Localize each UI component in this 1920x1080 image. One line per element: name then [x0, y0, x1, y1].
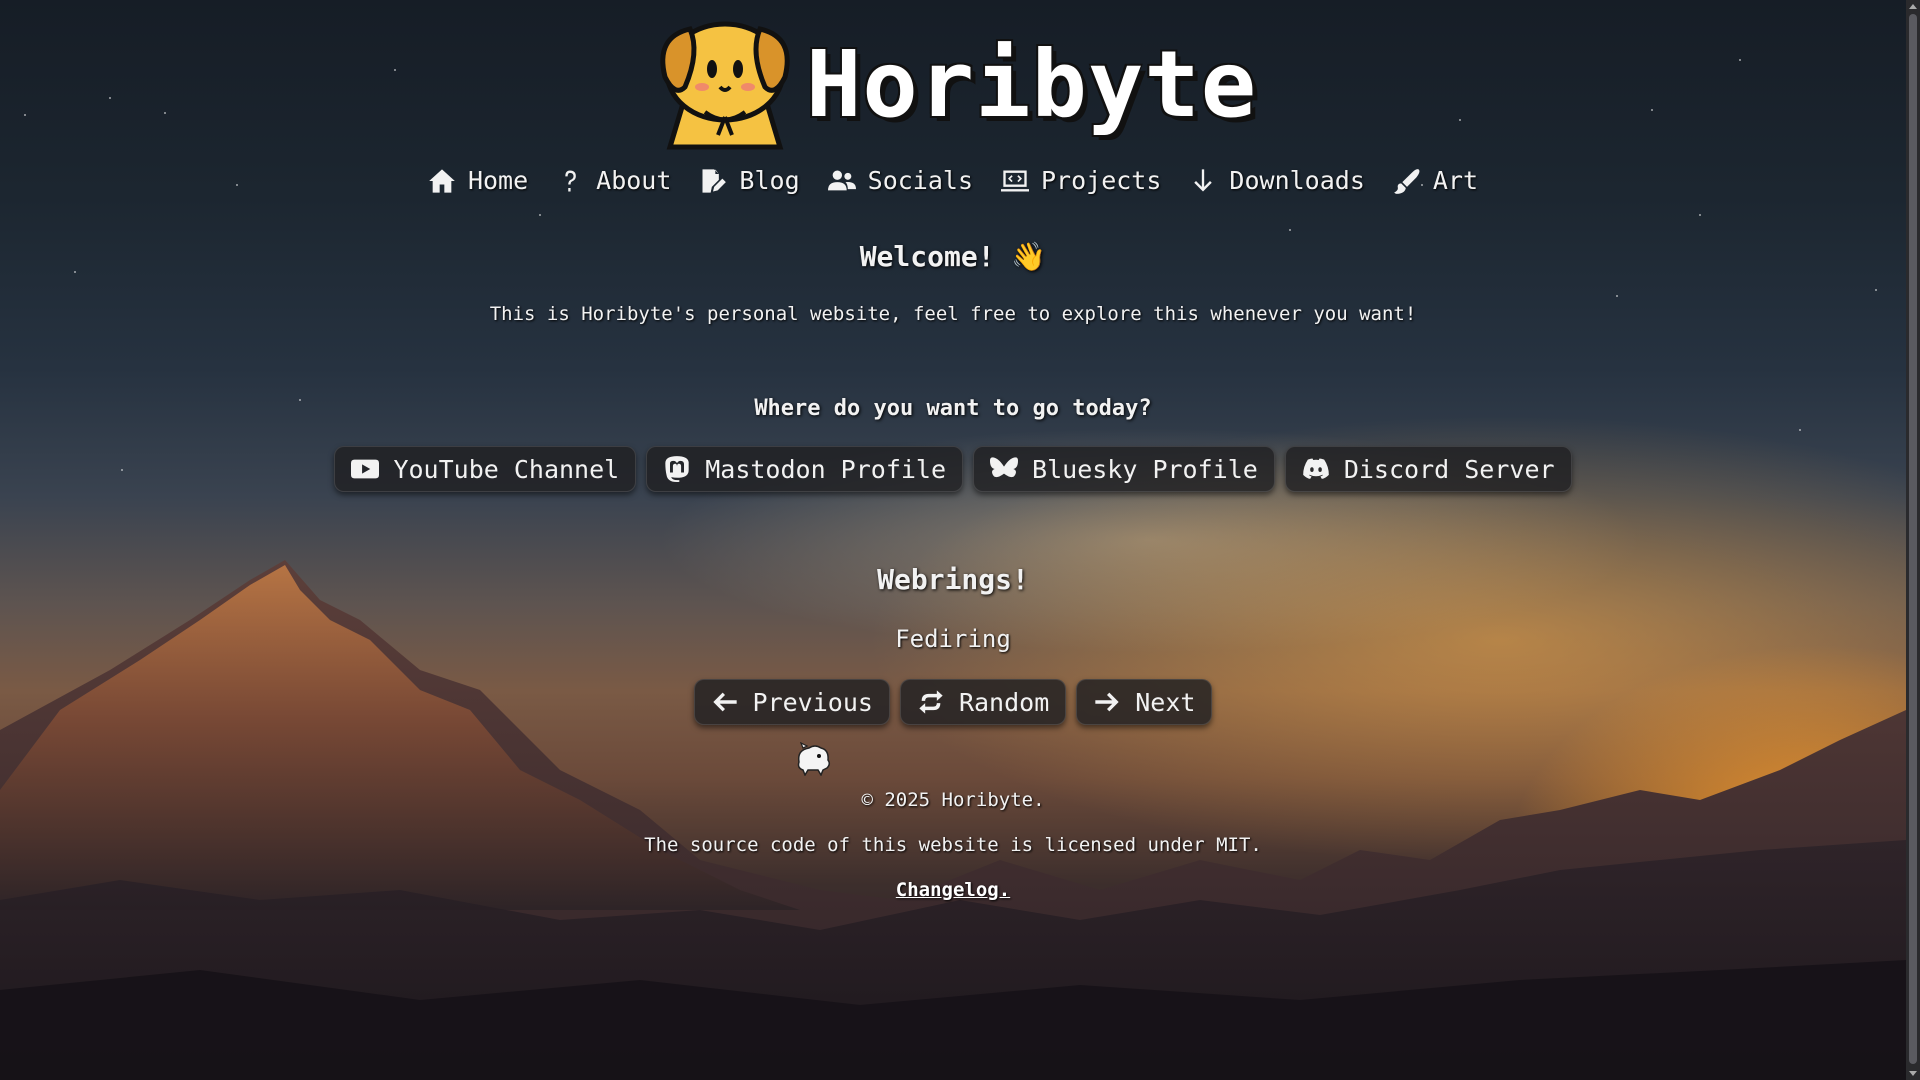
destinations-heading: Where do you want to go today? [754, 396, 1152, 421]
discord-icon [1302, 458, 1329, 479]
nav-downloads[interactable]: Downloads [1189, 166, 1365, 195]
webring-random-button[interactable]: Random [899, 679, 1067, 725]
webring-name: Fediring [895, 625, 1011, 653]
webring-previous-label: Previous [752, 687, 873, 717]
discord-server-label: Discord Server [1343, 454, 1555, 484]
mastodon-profile-button[interactable]: Mastodon Profile [646, 446, 964, 492]
webring-next-label: Next [1135, 687, 1196, 717]
copyright-text: © 2025 Horibyte. [861, 789, 1045, 811]
mastodon-icon [665, 456, 689, 482]
nav-blog[interactable]: Blog [699, 166, 800, 195]
youtube-icon [351, 459, 380, 479]
webrings-heading: Webrings! [877, 563, 1029, 596]
page-content: Horibyte Home About Blog Socials Project… [0, 0, 1906, 1080]
bluesky-icon [990, 457, 1019, 478]
changelog-container: Changelog. [0, 879, 1906, 901]
arrow-right-icon [1095, 692, 1119, 712]
arrow-left-icon [712, 692, 737, 712]
changelog-link[interactable]: Changelog. [896, 879, 1010, 901]
refresh-icon [919, 690, 943, 714]
bluesky-profile-label: Bluesky Profile [1032, 454, 1258, 484]
question-icon [565, 170, 576, 191]
scrollbar-thumb[interactable] [1909, 14, 1917, 1064]
youtube-channel-button[interactable]: YouTube Channel [334, 446, 637, 492]
license-text: The source code of this website is licen… [644, 834, 1262, 856]
webring-buttons: Previous Random Next [0, 679, 1906, 725]
nav-projects-label: Projects [1041, 166, 1162, 195]
welcome-heading: Welcome! 👋 [859, 240, 1047, 273]
webring-previous-button[interactable]: Previous [693, 679, 890, 725]
nav-home-label: Home [467, 166, 529, 195]
page-scrollbar[interactable] [1906, 0, 1920, 1080]
users-icon [827, 170, 856, 190]
scroll-up-arrow-icon[interactable] [1909, 4, 1917, 9]
nav-socials-label: Socials [867, 166, 973, 195]
nav-projects[interactable]: Projects [1001, 166, 1161, 195]
bluesky-profile-button[interactable]: Bluesky Profile [973, 446, 1275, 492]
home-icon [429, 168, 455, 193]
site-title: Horibyte [806, 30, 1258, 138]
nav-art-label: Art [1432, 166, 1479, 195]
nav-downloads-label: Downloads [1229, 166, 1365, 195]
projects-icon [1001, 170, 1029, 191]
blog-icon [702, 168, 727, 193]
social-buttons: YouTube Channel Mastodon Profile Bluesky… [0, 446, 1906, 492]
scroll-down-arrow-icon[interactable] [1909, 1071, 1917, 1076]
webring-random-label: Random [958, 687, 1050, 717]
webring-next-button[interactable]: Next [1076, 679, 1213, 725]
mastodon-profile-label: Mastodon Profile [705, 454, 947, 484]
nav-blog-label: Blog [739, 166, 800, 195]
download-icon [1194, 168, 1213, 191]
nav-about-label: About [596, 166, 672, 195]
nav-socials[interactable]: Socials [827, 166, 973, 195]
main-navigation: Home About Blog Socials Projects Downloa… [0, 166, 1906, 195]
discord-server-button[interactable]: Discord Server [1284, 446, 1572, 492]
webring-critter-icon[interactable] [793, 742, 833, 776]
nav-home[interactable]: Home [428, 166, 528, 195]
site-header: Horibyte [650, 14, 1257, 154]
youtube-channel-label: YouTube Channel [393, 454, 620, 484]
brush-icon [1394, 168, 1420, 194]
nav-art[interactable]: Art [1393, 166, 1478, 195]
dog-mascot-logo[interactable] [650, 17, 800, 152]
intro-text: This is Horibyte's personal website, fee… [489, 303, 1417, 325]
nav-about[interactable]: About [556, 166, 671, 195]
